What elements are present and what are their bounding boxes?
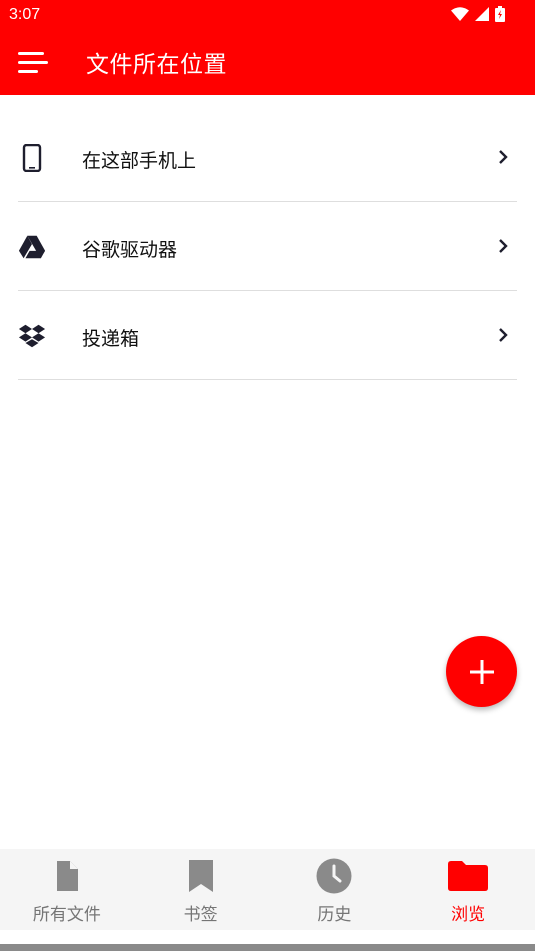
nav-label: 所有文件 [32, 905, 101, 925]
chevron-right-icon [499, 328, 508, 342]
wifi-icon [451, 7, 469, 21]
nav-label: 书签 [183, 905, 218, 925]
status-bar: 3:07 [0, 0, 535, 30]
nav-item-bookmarks[interactable]: 书签 [134, 849, 268, 930]
app-bar: 文件所在位置 [0, 30, 535, 95]
nav-item-all-files[interactable]: 所有文件 [0, 849, 134, 930]
status-icons [451, 6, 505, 22]
menu-icon [18, 52, 48, 73]
location-label: 谷歌驱动器 [82, 239, 178, 261]
google-drive-icon [18, 233, 46, 261]
location-label: 投递箱 [82, 328, 140, 350]
bookmark-icon [181, 858, 221, 894]
location-list: 在这部手机上 谷歌驱动器 投递箱 [18, 113, 517, 380]
battery-icon [495, 6, 505, 22]
chevron-right-icon [499, 239, 508, 253]
location-item-phone[interactable]: 在这部手机上 [18, 113, 517, 202]
menu-button[interactable] [15, 48, 51, 78]
add-location-button[interactable] [446, 636, 517, 707]
nav-label: 历史 [317, 905, 352, 925]
phone-icon [18, 144, 46, 172]
bottom-navigation: 所有文件 书签 历史 浏览 [0, 849, 535, 930]
dropbox-icon [18, 322, 46, 350]
status-time: 3:07 [9, 6, 41, 23]
file-icon [47, 858, 87, 894]
nav-label: 浏览 [451, 905, 486, 925]
location-item-dropbox[interactable]: 投递箱 [18, 291, 517, 380]
chevron-right-icon [499, 150, 508, 164]
location-label: 在这部手机上 [82, 150, 197, 172]
clock-icon [314, 858, 354, 894]
nav-item-browse[interactable]: 浏览 [401, 849, 535, 930]
signal-icon [475, 7, 489, 21]
location-item-google-drive[interactable]: 谷歌驱动器 [18, 202, 517, 291]
nav-bar-spacer [0, 930, 535, 944]
plus-icon [469, 659, 494, 684]
gesture-bar [0, 944, 535, 951]
page-title: 文件所在位置 [86, 52, 227, 78]
nav-item-history[interactable]: 历史 [268, 849, 402, 930]
folder-icon [448, 858, 489, 894]
